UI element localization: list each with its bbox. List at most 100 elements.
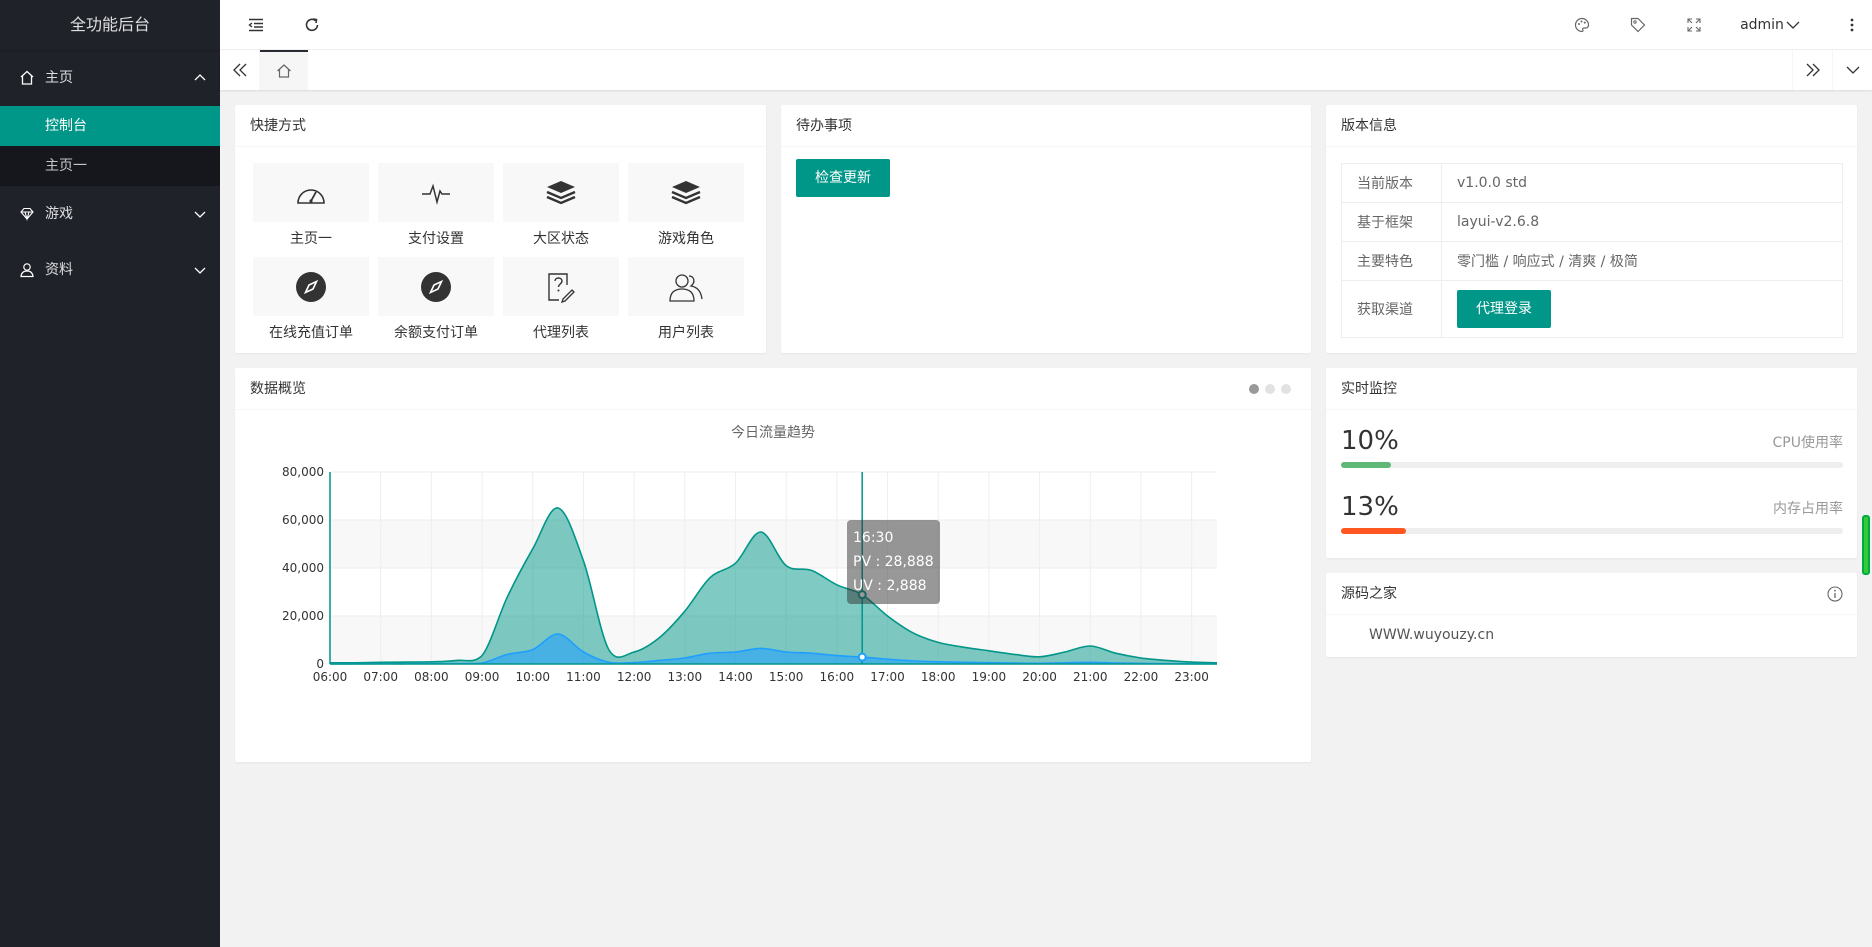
fullscreen-button[interactable] — [1674, 0, 1714, 50]
user-icon — [20, 263, 34, 278]
hover-point-uv — [857, 652, 867, 662]
shortcut-user-list[interactable]: 用户列表 — [628, 257, 744, 342]
traffic-chart: 0 20,000 40,000 60,000 80,000 06:00 07:00 08:00… — [282, 465, 1218, 684]
palette-icon — [1574, 17, 1590, 33]
tab-home[interactable] — [260, 50, 308, 90]
overview-card: 数据概览 今日流量趋势 0 20,000 40,000 60,000 80,000 06:… — [235, 368, 1311, 762]
shortcut-label: 游戏角色 — [658, 231, 714, 247]
shortcut-home-one[interactable]: 主页一 — [253, 163, 369, 248]
x-tick-label: 16:00 — [820, 670, 855, 684]
sidebar-item-home[interactable]: 主页 — [0, 50, 220, 106]
info-icon[interactable] — [1827, 586, 1843, 602]
cpu-monitor: 10% CPU使用率 — [1341, 426, 1843, 468]
cpu-value: 10% — [1341, 426, 1399, 456]
memory-label: 内存占用率 — [1773, 501, 1843, 517]
app-logo[interactable]: 全功能后台 — [0, 0, 220, 50]
tooltip-uv: UV : 2,888 — [853, 578, 927, 594]
shortcut-icon-box — [628, 257, 744, 316]
shortcut-icon-box — [378, 257, 494, 316]
shortcut-icon-box — [253, 163, 369, 222]
agent-login-button[interactable]: 代理登录 — [1457, 290, 1551, 328]
monitor-card: 实时监控 10% CPU使用率 13% 内存占用率 — [1326, 368, 1857, 558]
y-tick-label: 40,000 — [282, 561, 324, 575]
memory-progress-bar — [1341, 528, 1843, 534]
x-tick-label: 17:00 — [870, 670, 905, 684]
x-tick-label: 11:00 — [566, 670, 601, 684]
chevron-up-icon — [194, 74, 206, 81]
shortcut-icon-box — [503, 257, 619, 316]
x-tick-label: 14:00 — [718, 670, 753, 684]
x-tick-label: 20:00 — [1022, 670, 1057, 684]
user-menu[interactable]: admin — [1732, 0, 1808, 50]
check-update-button[interactable]: 检查更新 — [796, 159, 890, 197]
chevron-down-icon — [194, 211, 206, 218]
sidebar-item-home-one[interactable]: 主页一 — [0, 146, 220, 186]
source-url[interactable]: WWW.wuyouzy.cn — [1369, 627, 1494, 643]
memory-monitor: 13% 内存占用率 — [1341, 492, 1843, 534]
sidebar-item-label: 游戏 — [45, 206, 73, 222]
channel-key: 获取渠道 — [1341, 280, 1442, 338]
tag-button[interactable] — [1618, 0, 1658, 50]
x-tick-label: 18:00 — [921, 670, 956, 684]
shortcut-label: 代理列表 — [533, 325, 589, 341]
carousel-indicator — [1249, 384, 1291, 394]
x-tick-label: 19:00 — [972, 670, 1007, 684]
help-edit-icon — [548, 272, 575, 303]
x-tick-label: 23:00 — [1174, 670, 1209, 684]
refresh-button[interactable] — [292, 0, 332, 50]
sidebar-item-game[interactable]: 游戏 — [0, 186, 220, 242]
shortcuts-card: 快捷方式 主页一 支付设置 大区状态 游戏角色 在线充值订单 余额支付订单 代理… — [235, 105, 766, 353]
x-tick-label: 21:00 — [1073, 670, 1108, 684]
tag-icon — [1630, 17, 1646, 33]
version-table: 当前版本 v1.0.0 std 基于框架 layui-v2.6.8 主要特色 零… — [1341, 163, 1843, 338]
tooltip-title: 16:30 — [853, 530, 894, 546]
carousel-dot[interactable] — [1281, 384, 1291, 394]
compass-icon — [296, 271, 326, 302]
x-tick-label: 22:00 — [1124, 670, 1159, 684]
version-value: v1.0.0 std — [1441, 163, 1843, 203]
tabs-menu-button[interactable] — [1832, 50, 1872, 90]
sidebar-item-profile[interactable]: 资料 — [0, 242, 220, 298]
shortcut-game-roles[interactable]: 游戏角色 — [628, 163, 744, 248]
shortcut-label: 主页一 — [290, 231, 332, 247]
shortcut-region-status[interactable]: 大区状态 — [503, 163, 619, 248]
toggle-sidebar-button[interactable] — [236, 0, 276, 50]
scroll-handle[interactable] — [1862, 515, 1870, 575]
tabs-next-button[interactable] — [1792, 50, 1832, 90]
cpu-label: CPU使用率 — [1772, 435, 1843, 451]
x-tick-label: 13:00 — [668, 670, 703, 684]
pulse-icon — [422, 182, 450, 205]
theme-button[interactable] — [1562, 0, 1602, 50]
sidebar-submenu-home: 控制台 主页一 — [0, 106, 220, 186]
sidebar-item-label: 资料 — [45, 262, 73, 278]
tabs-prev-button[interactable] — [220, 50, 260, 90]
layers-icon — [671, 180, 701, 204]
shortcut-online-recharge[interactable]: 在线充值订单 — [253, 257, 369, 342]
carousel-dot[interactable] — [1265, 384, 1275, 394]
x-tick-label: 15:00 — [769, 670, 804, 684]
sidebar: 全功能后台 主页 控制台 主页一 游戏 资料 — [0, 0, 220, 947]
y-tick-label: 0 — [316, 657, 324, 671]
shortcut-balance-payment[interactable]: 余额支付订单 — [378, 257, 494, 342]
shortcut-payment-settings[interactable]: 支付设置 — [378, 163, 494, 248]
x-tick-label: 06:00 — [313, 670, 348, 684]
source-title: 源码之家 — [1341, 586, 1397, 602]
indent-icon — [248, 18, 263, 32]
x-tick-label: 08:00 — [414, 670, 449, 684]
home-icon — [277, 64, 291, 78]
more-vertical-icon — [1850, 18, 1854, 32]
double-chevron-left-icon — [232, 63, 246, 77]
user-name: admin — [1740, 17, 1784, 33]
carousel-dot[interactable] — [1249, 384, 1259, 394]
table-row: 当前版本 v1.0.0 std — [1341, 163, 1843, 203]
double-chevron-right-icon — [1806, 63, 1820, 77]
more-button[interactable] — [1832, 0, 1872, 50]
card-title: 实时监控 — [1326, 368, 1857, 410]
shortcut-agent-list[interactable]: 代理列表 — [503, 257, 619, 342]
x-tick-label: 09:00 — [465, 670, 500, 684]
features-key: 主要特色 — [1341, 241, 1442, 281]
diamond-icon — [20, 207, 34, 222]
framework-value: layui-v2.6.8 — [1441, 202, 1843, 242]
chevron-down-icon — [1846, 66, 1859, 74]
sidebar-item-console[interactable]: 控制台 — [0, 106, 220, 146]
